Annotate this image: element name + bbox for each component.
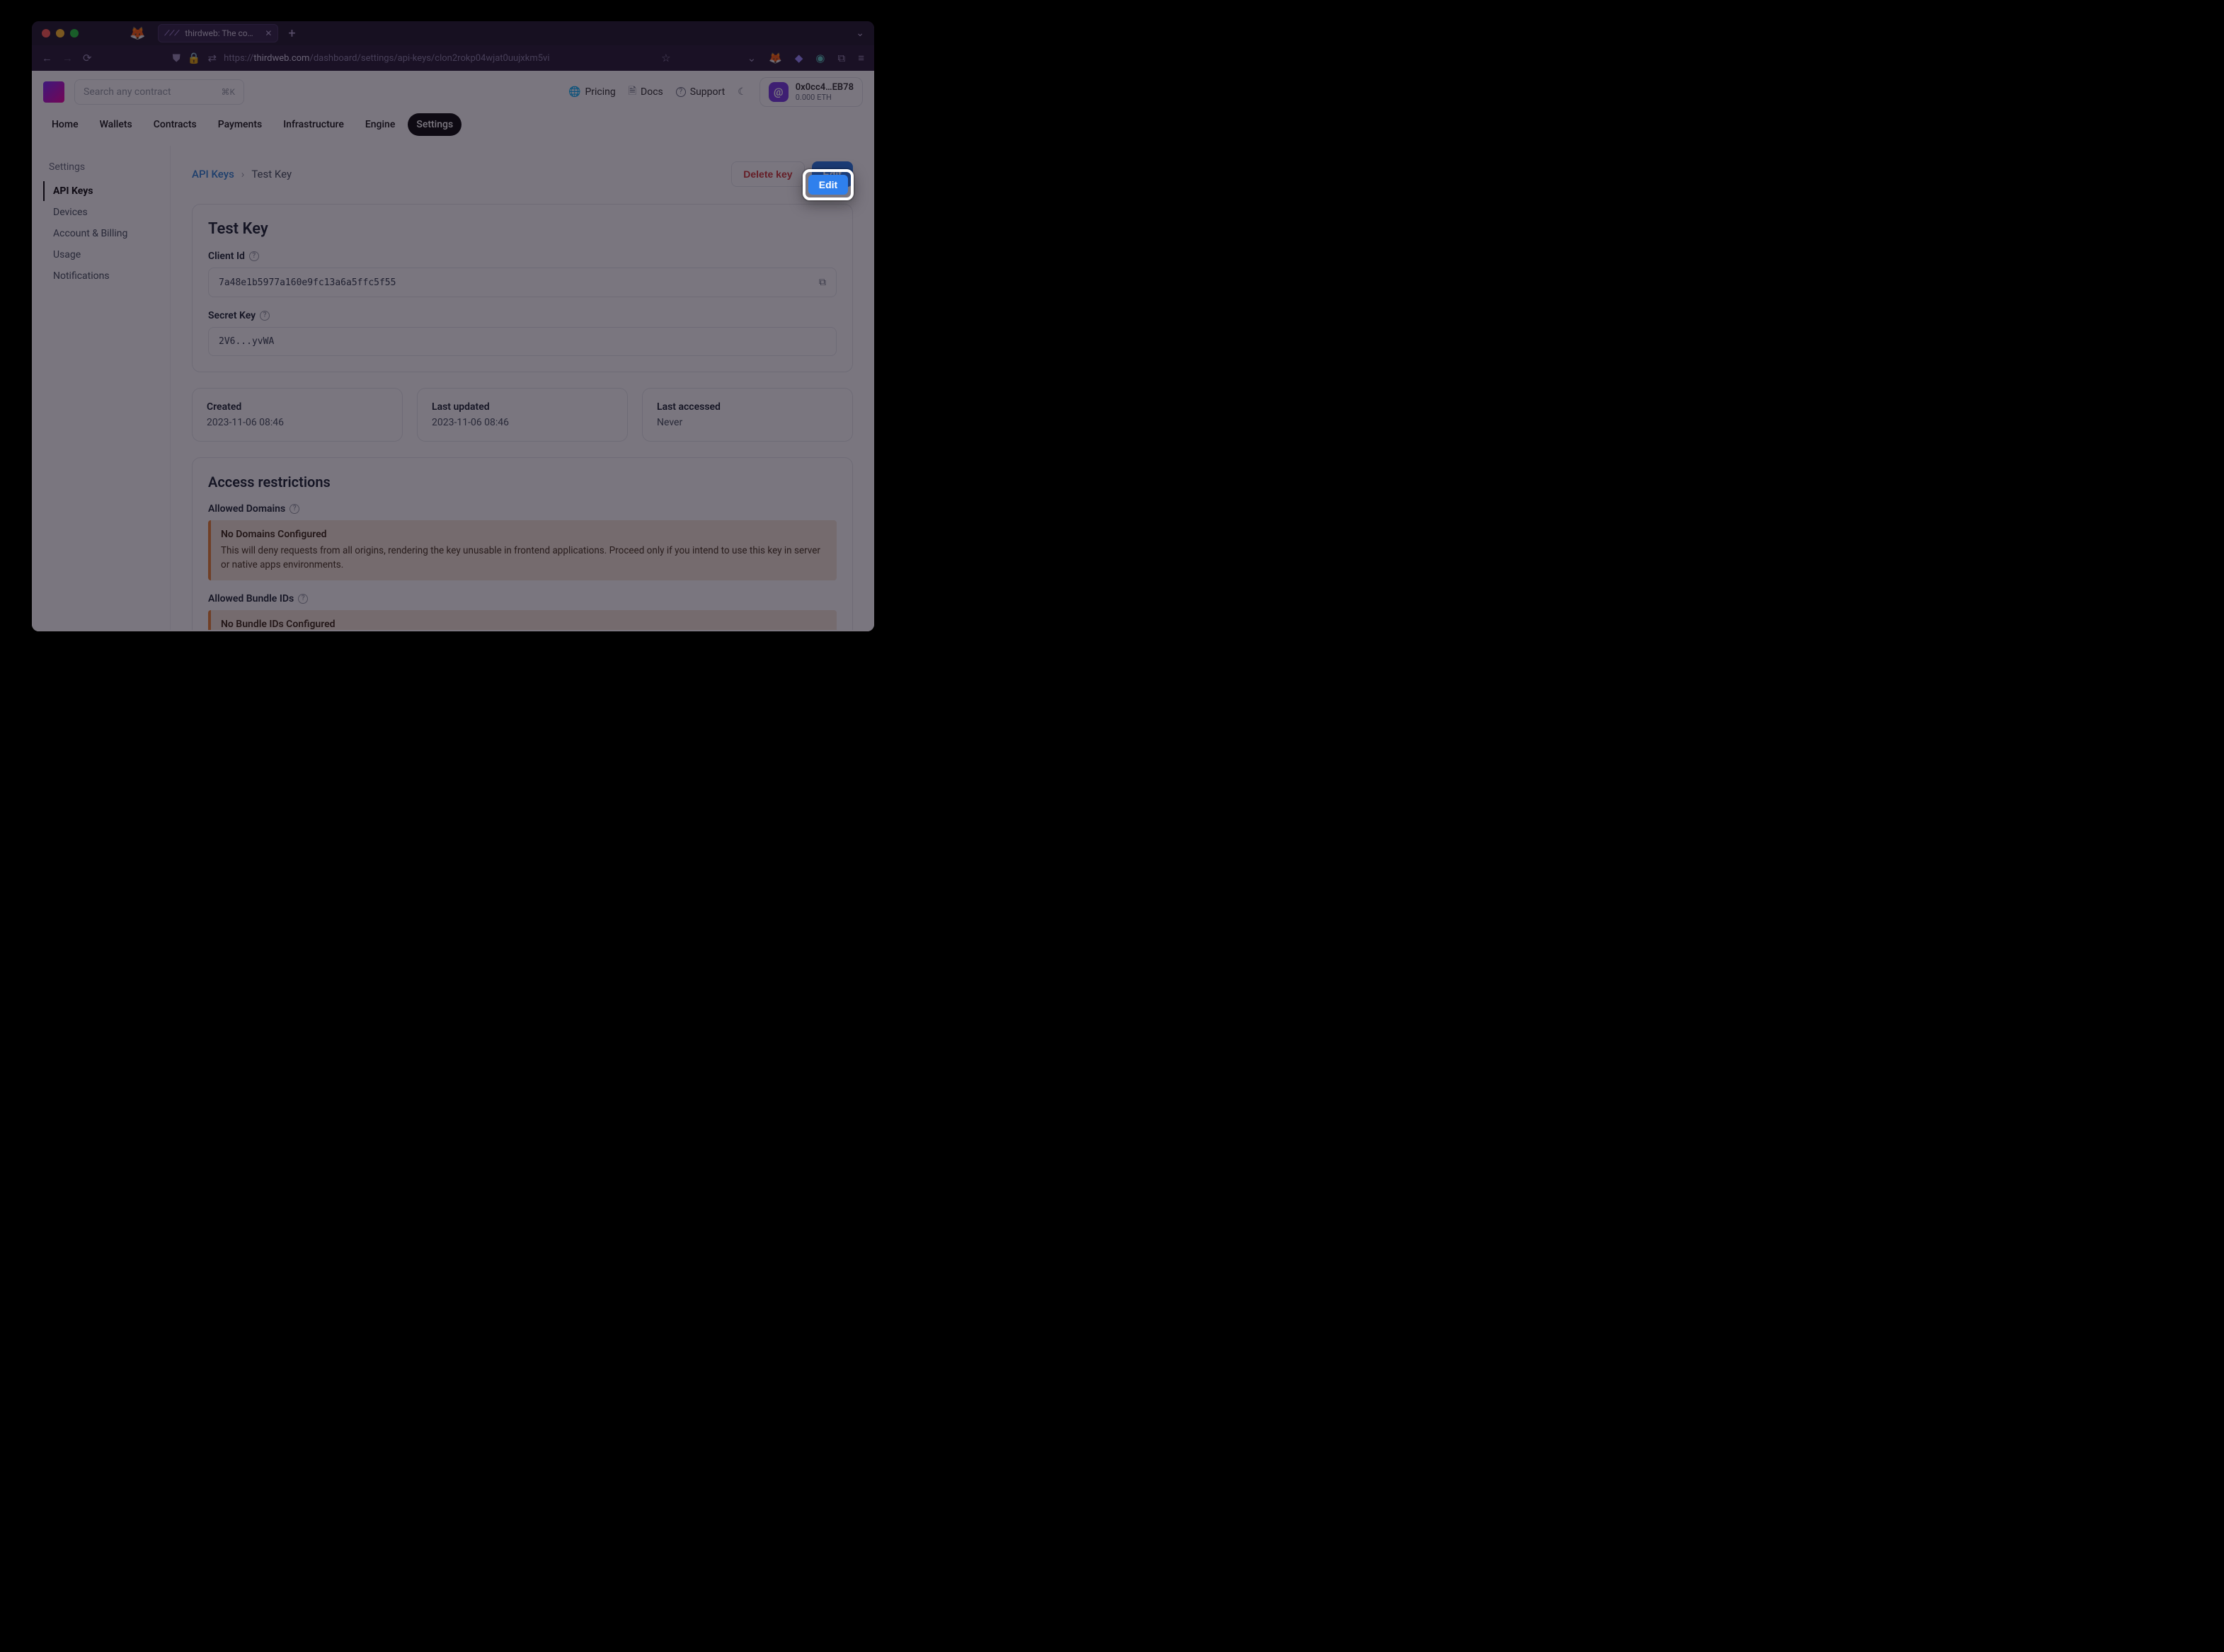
- reload-button[interactable]: ⟳: [83, 52, 92, 64]
- pricing-link[interactable]: 🌐 Pricing: [568, 86, 616, 98]
- thirdweb-logo-icon[interactable]: [43, 81, 64, 103]
- browser-window: 🦊 ⟋⟋⟋ thirdweb: The complete web3 d ✕ + …: [32, 21, 874, 631]
- sidebar-title: Settings: [49, 161, 170, 173]
- account-button[interactable]: @ 0x0cc4…EB78 0.000 ETH: [760, 77, 863, 108]
- shield-icon[interactable]: ⛊: [173, 52, 180, 64]
- access-title: Access restrictions: [208, 474, 837, 491]
- titlebar: 🦊 ⟋⟋⟋ thirdweb: The complete web3 d ✕ + …: [32, 21, 874, 45]
- new-tab-button[interactable]: +: [288, 26, 295, 41]
- search-shortcut: ⌘K: [221, 87, 235, 97]
- breadcrumb: API Keys › Test Key: [192, 168, 292, 180]
- sidebar-item-notifications[interactable]: Notifications: [43, 266, 170, 286]
- account-address: 0x0cc4…EB78: [796, 82, 854, 93]
- app-viewport: Search any contract ⌘K 🌐 Pricing 🗎 Docs …: [32, 71, 874, 631]
- help-icon[interactable]: ?: [249, 251, 259, 261]
- client-id-label: Client Id ?: [208, 251, 837, 262]
- extension-icon[interactable]: ◆: [795, 52, 803, 64]
- tab-favicon-icon: ⟋⟋⟋: [164, 30, 179, 38]
- account-avatar-icon: @: [769, 82, 789, 102]
- tabs-overflow-icon[interactable]: ⌄: [856, 28, 864, 39]
- nav-home[interactable]: Home: [43, 113, 87, 136]
- permissions-icon[interactable]: ⇄: [208, 52, 217, 64]
- search-placeholder: Search any contract: [84, 86, 171, 98]
- secret-key-field: 2V6...yvWA: [208, 327, 837, 356]
- main-content: API Keys › Test Key Delete key Edit Test…: [171, 146, 874, 630]
- stat-accessed: Last accessed Never: [642, 388, 853, 442]
- sidebar-item-account-billing[interactable]: Account & Billing: [43, 224, 170, 243]
- help-icon: ?: [676, 87, 686, 97]
- main-nav: Home Wallets Contracts Payments Infrastr…: [32, 113, 874, 146]
- browser-toolbar: ← → ⟳ ⛊ 🔒 ⇄ https://thirdweb.com/dashboa…: [32, 45, 874, 71]
- nav-infrastructure[interactable]: Infrastructure: [275, 113, 352, 136]
- client-id-field: 7a48e1b5977a160e9fc13a6a5ffc5f55 ⧉: [208, 268, 837, 297]
- nav-contracts[interactable]: Contracts: [145, 113, 205, 136]
- nav-settings[interactable]: Settings: [408, 113, 462, 136]
- support-link[interactable]: ? Support: [676, 86, 725, 98]
- back-button[interactable]: ←: [42, 52, 52, 64]
- close-window-icon[interactable]: [42, 29, 50, 38]
- allowed-bundles-label: Allowed Bundle IDs ?: [208, 593, 837, 604]
- browser-tab[interactable]: ⟋⟋⟋ thirdweb: The complete web3 d ✕: [158, 24, 278, 42]
- tab-title: thirdweb: The complete web3 d: [185, 28, 259, 38]
- theme-toggle-icon[interactable]: ☾: [738, 86, 747, 98]
- nav-payments[interactable]: Payments: [210, 113, 271, 136]
- stats-row: Created 2023-11-06 08:46 Last updated 20…: [192, 388, 853, 442]
- docs-link[interactable]: 🗎 Docs: [629, 84, 663, 101]
- help-icon[interactable]: ?: [290, 504, 299, 514]
- app-header: Search any contract ⌘K 🌐 Pricing 🗎 Docs …: [32, 71, 874, 113]
- breadcrumb-current: Test Key: [251, 168, 292, 180]
- nav-engine[interactable]: Engine: [357, 113, 404, 136]
- edit-button[interactable]: Edit: [812, 161, 853, 187]
- sidebar-item-usage[interactable]: Usage: [43, 245, 170, 265]
- forward-button: →: [62, 52, 73, 64]
- bundles-warning: No Bundle IDs Configured This will deny …: [208, 610, 837, 630]
- bookmark-icon[interactable]: ☆: [661, 52, 670, 64]
- key-details-card: Test Key Client Id ? 7a48e1b5977a160e9fc…: [192, 204, 853, 372]
- app-body: Settings API Keys Devices Account & Bill…: [32, 146, 874, 630]
- allowed-domains-label: Allowed Domains ?: [208, 503, 837, 515]
- pocket-icon[interactable]: ⌄: [747, 52, 757, 64]
- search-input[interactable]: Search any contract ⌘K: [74, 79, 244, 105]
- extensions-menu-icon[interactable]: ⧉: [838, 52, 846, 64]
- firefox-icon: 🦊: [130, 26, 145, 41]
- secret-key-value: 2V6...yvWA: [219, 336, 274, 347]
- chevron-right-icon: ›: [241, 168, 245, 180]
- metamask-icon[interactable]: 🦊: [769, 52, 782, 64]
- lock-icon[interactable]: 🔒: [188, 52, 201, 64]
- secret-key-label: Secret Key ?: [208, 310, 837, 321]
- stat-updated: Last updated 2023-11-06 08:46: [417, 388, 628, 442]
- minimize-window-icon[interactable]: [56, 29, 64, 38]
- address-bar[interactable]: ⛊ 🔒 ⇄ https://thirdweb.com/dashboard/set…: [173, 52, 550, 64]
- breadcrumb-api-keys[interactable]: API Keys: [192, 168, 234, 180]
- help-icon[interactable]: ?: [260, 311, 270, 321]
- tab-close-icon[interactable]: ✕: [265, 28, 272, 38]
- account-balance: 0.000 ETH: [796, 93, 854, 102]
- access-restrictions-card: Access restrictions Allowed Domains ? No…: [192, 457, 853, 630]
- globe-icon: 🌐: [568, 86, 580, 98]
- url-text: https://thirdweb.com/dashboard/settings/…: [224, 53, 549, 64]
- help-icon[interactable]: ?: [298, 594, 308, 604]
- client-id-value: 7a48e1b5977a160e9fc13a6a5ffc5f55: [219, 277, 396, 288]
- stat-created: Created 2023-11-06 08:46: [192, 388, 403, 442]
- delete-key-button[interactable]: Delete key: [731, 161, 804, 187]
- breadcrumb-row: API Keys › Test Key Delete key Edit: [192, 161, 853, 187]
- sidebar-item-devices[interactable]: Devices: [43, 202, 170, 222]
- settings-sidebar: Settings API Keys Devices Account & Bill…: [32, 146, 171, 630]
- copy-icon[interactable]: ⧉: [819, 277, 826, 288]
- sidebar-item-api-keys[interactable]: API Keys: [43, 181, 170, 201]
- app-menu-icon[interactable]: ≡: [858, 52, 864, 64]
- window-controls: [42, 29, 79, 38]
- domains-warning: No Domains Configured This will deny req…: [208, 520, 837, 580]
- extension2-icon[interactable]: ◉: [815, 52, 825, 64]
- file-icon: 🗎: [629, 84, 636, 101]
- maximize-window-icon[interactable]: [70, 29, 79, 38]
- key-title: Test Key: [208, 220, 837, 238]
- nav-wallets[interactable]: Wallets: [91, 113, 141, 136]
